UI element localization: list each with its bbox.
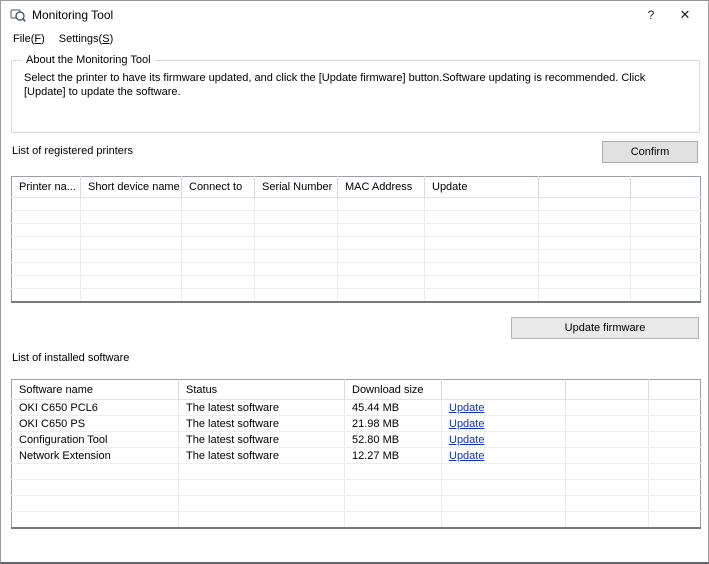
software-status: The latest software: [179, 416, 345, 432]
software-name: OKI C650 PS: [12, 416, 179, 432]
software-name: Network Extension: [12, 448, 179, 464]
software-empty-row: [12, 512, 701, 528]
title-bar: Monitoring Tool ? ✕: [1, 1, 708, 29]
software-row: Configuration Tool The latest software 5…: [12, 432, 701, 448]
column-header-empty-1: [566, 380, 649, 400]
column-header-update[interactable]: Update: [425, 177, 539, 198]
menu-item-file[interactable]: File(F): [6, 31, 52, 47]
about-groupbox: About the Monitoring Tool Select the pri…: [11, 60, 700, 133]
software-row: OKI C650 PCL6 The latest software 45.44 …: [12, 400, 701, 416]
app-icon: [10, 7, 26, 23]
printers-empty-row: [12, 289, 701, 302]
column-header-mac-address[interactable]: MAC Address: [338, 177, 425, 198]
close-button[interactable]: ✕: [668, 2, 702, 28]
about-groupbox-title: About the Monitoring Tool: [22, 54, 155, 66]
software-name: Configuration Tool: [12, 432, 179, 448]
software-size: 52.80 MB: [345, 432, 442, 448]
menu-file-post: ): [41, 33, 45, 45]
software-empty-row: [12, 464, 701, 480]
software-size: 21.98 MB: [345, 416, 442, 432]
installed-software-table: Software name Status Download size OKI C…: [11, 379, 701, 529]
software-row: Network Extension The latest software 12…: [12, 448, 701, 464]
registered-printers-table: Printer na... Short device name Connect …: [11, 176, 701, 303]
about-text: Select the printer to have its firmware …: [12, 61, 699, 99]
menu-settings-post: ): [110, 33, 114, 45]
window-title: Monitoring Tool: [32, 8, 113, 22]
monitoring-tool-window: Monitoring Tool ? ✕ File(F) Settings(S) …: [0, 0, 709, 564]
menu-file-pre: File(: [13, 33, 34, 45]
software-status: The latest software: [179, 400, 345, 416]
menu-settings-pre: Settings(: [59, 33, 102, 45]
printers-empty-row: [12, 198, 701, 211]
column-header-empty-2: [631, 177, 701, 198]
printers-empty-row: [12, 211, 701, 224]
printers-header-row: Printer na... Short device name Connect …: [12, 177, 701, 198]
menu-settings-mnemonic: S: [102, 33, 109, 45]
printers-empty-row: [12, 250, 701, 263]
software-header-row: Software name Status Download size: [12, 380, 701, 400]
software-empty-row: [12, 480, 701, 496]
software-status: The latest software: [179, 432, 345, 448]
software-empty-row: [12, 496, 701, 512]
update-link[interactable]: Update: [449, 450, 484, 462]
printers-empty-row: [12, 237, 701, 250]
software-row: OKI C650 PS The latest software 21.98 MB…: [12, 416, 701, 432]
column-header-printer-name[interactable]: Printer na...: [12, 177, 81, 198]
column-header-serial-number[interactable]: Serial Number: [255, 177, 338, 198]
menu-bar: File(F) Settings(S): [1, 29, 708, 49]
help-button[interactable]: ?: [634, 2, 668, 28]
column-header-empty-1: [539, 177, 631, 198]
column-header-empty-2: [649, 380, 701, 400]
column-header-software-name[interactable]: Software name: [12, 380, 179, 400]
software-name: OKI C650 PCL6: [12, 400, 179, 416]
software-size: 45.44 MB: [345, 400, 442, 416]
software-status: The latest software: [179, 448, 345, 464]
confirm-button[interactable]: Confirm: [602, 141, 698, 163]
printers-empty-row: [12, 276, 701, 289]
column-header-connect-to[interactable]: Connect to: [182, 177, 255, 198]
printers-empty-row: [12, 224, 701, 237]
column-header-download-size[interactable]: Download size: [345, 380, 442, 400]
menu-item-settings[interactable]: Settings(S): [52, 31, 120, 47]
printers-empty-row: [12, 263, 701, 276]
column-header-status[interactable]: Status: [179, 380, 345, 400]
update-link[interactable]: Update: [449, 434, 484, 446]
column-header-action: [442, 380, 566, 400]
software-size: 12.27 MB: [345, 448, 442, 464]
update-link[interactable]: Update: [449, 402, 484, 414]
update-link[interactable]: Update: [449, 418, 484, 430]
installed-software-label: List of installed software: [12, 352, 129, 364]
update-firmware-button[interactable]: Update firmware: [511, 317, 699, 339]
registered-printers-label: List of registered printers: [12, 145, 133, 157]
column-header-short-device-name[interactable]: Short device name: [81, 177, 182, 198]
